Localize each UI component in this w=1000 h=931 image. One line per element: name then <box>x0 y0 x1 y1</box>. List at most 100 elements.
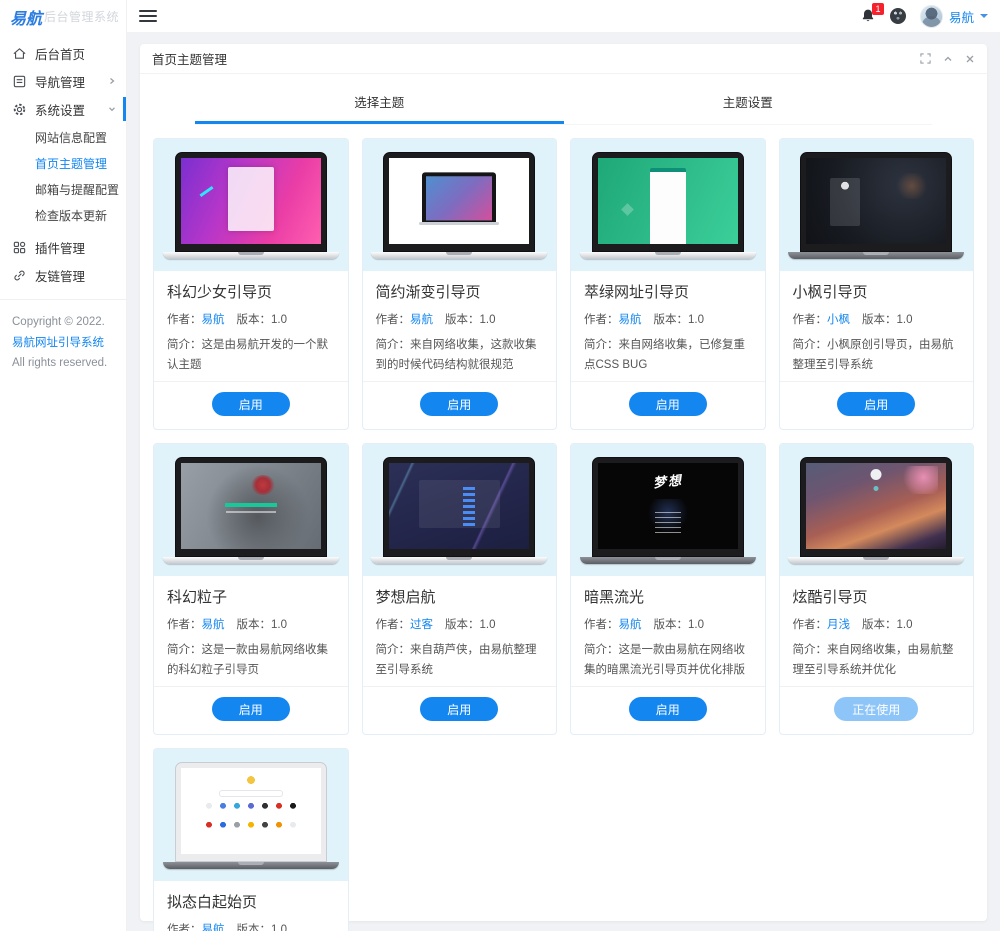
apply-button[interactable]: 启用 <box>837 392 916 416</box>
apply-button[interactable]: 启用 <box>628 697 707 721</box>
laptop-mockup: 梦想 <box>579 456 756 564</box>
theme-version: 1.0 <box>271 314 287 326</box>
notification-bell[interactable]: 1 <box>860 3 884 24</box>
theme-title: 拟态白起始页 <box>167 894 258 911</box>
app-window: 易航 后台管理系统 后台首页 导航管理 系统设置 网站信息配置 首页主题管理 邮… <box>0 0 1000 931</box>
sidebar-item-friend-links[interactable]: 友链管理 <box>0 261 126 289</box>
tab-theme-settings[interactable]: 主题设置 <box>564 80 933 124</box>
sidebar-item-dashboard[interactable]: 后台首页 <box>0 39 126 67</box>
author-label: 作者： <box>375 314 411 326</box>
panel-controls <box>920 53 975 64</box>
notification-badge: 1 <box>871 3 884 15</box>
theme-desc: 简介：来自网络收集，由易航整理至引导系统并优化 <box>793 640 961 682</box>
theme-meta: 作者：易航 版本：1.0 <box>584 311 752 327</box>
hamburger-icon[interactable] <box>139 7 157 25</box>
version-label: 版本： <box>236 314 272 326</box>
app-logo[interactable]: 易航 后台管理系统 <box>0 0 126 33</box>
theme-meta: 作者：小枫 版本：1.0 <box>793 311 961 327</box>
theme-thumbnail <box>154 139 348 271</box>
top-header: 1 易航 <box>127 0 1000 33</box>
theme-author[interactable]: 易航 <box>202 619 225 631</box>
submenu-item-mail-config[interactable]: 邮箱与提醒配置 <box>0 177 126 203</box>
main-area: 1 易航 首页主题管理 选择主题 主题设置 科幻少女引导页 作者：易航 版本：1… <box>127 0 1000 931</box>
thumb-calligraphy-text: 梦想 <box>652 472 684 492</box>
in-use-button[interactable]: 正在使用 <box>834 697 919 721</box>
sidebar-item-plugins[interactable]: 插件管理 <box>0 233 126 261</box>
theme-card: 拟态白起始页 作者：易航版本：1.0 简介：来自网络收集 启用 <box>153 748 349 931</box>
laptop-mockup <box>371 456 548 564</box>
theme-author[interactable]: 月浅 <box>827 619 850 631</box>
apply-button[interactable]: 启用 <box>628 392 707 416</box>
theme-version: 1.0 <box>271 619 287 631</box>
theme-card-footer: 启用 <box>571 686 765 734</box>
theme-title: 小枫引导页 <box>792 284 868 301</box>
submenu-item-check-update[interactable]: 检查版本更新 <box>0 203 126 229</box>
username: 易航 <box>948 10 974 25</box>
apply-button[interactable]: 启用 <box>211 392 290 416</box>
author-label: 作者： <box>167 924 202 931</box>
theme-card: 科幻粒子 作者：易航 版本：1.0 简介：这是一款由易航网络收集的科幻粒子引导页 … <box>153 443 349 735</box>
version-label: 版本： <box>445 314 480 326</box>
gear-icon <box>12 102 27 117</box>
theme-thumbnail <box>571 139 765 271</box>
author-label: 作者： <box>167 619 202 631</box>
close-icon[interactable] <box>965 54 975 64</box>
desc-label: 简介： <box>792 644 828 656</box>
theme-info: 萃绿网址引导页 作者：易航 版本：1.0 简介：来自网络收集，已修复重点CSS B… <box>571 271 765 381</box>
theme-thumbnail <box>362 139 556 271</box>
theme-info: 小枫引导页 作者：小枫 版本：1.0 简介：小枫原创引导页，由易航整理至引导系统 <box>780 271 974 381</box>
sidebar-item-system-settings[interactable]: 系统设置 <box>0 95 126 123</box>
submenu-item-site-info[interactable]: 网站信息配置 <box>0 125 126 151</box>
theme-info: 炫酷引导页 作者：月浅 版本：1.0 简介：来自网络收集，由易航整理至引导系统并优… <box>780 576 974 686</box>
theme-author[interactable]: 小枫 <box>827 314 850 326</box>
sidebar-menu: 后台首页 导航管理 系统设置 网站信息配置 首页主题管理 邮箱与提醒配置 检查版… <box>0 33 126 289</box>
theme-card: 简约渐变引导页 作者：易航 版本：1.0 简介：来自网络收集，这款收集到的时候代码… <box>361 138 557 430</box>
sidebar: 易航 后台管理系统 后台首页 导航管理 系统设置 网站信息配置 首页主题管理 邮… <box>0 0 127 931</box>
copyright-link[interactable]: 易航网址引导系统 <box>12 337 104 349</box>
theme-card-footer: 启用 <box>571 381 765 429</box>
version-label: 版本： <box>236 924 272 931</box>
chevron-down-icon <box>108 105 116 113</box>
theme-title: 科幻粒子 <box>167 589 228 606</box>
theme-info: 科幻粒子 作者：易航 版本：1.0 简介：这是一款由易航网络收集的科幻粒子引导页 <box>154 576 348 686</box>
author-label: 作者： <box>167 314 202 326</box>
logo-primary-text: 易航 <box>10 8 43 28</box>
author-label: 作者： <box>584 314 619 326</box>
desc-label: 简介： <box>792 339 828 351</box>
theme-desc: 简介：小枫原创引导页，由易航整理至引导系统 <box>793 335 961 377</box>
theme-author[interactable]: 易航 <box>202 314 225 326</box>
apply-button[interactable]: 启用 <box>420 697 499 721</box>
theme-meta: 作者：易航 版本：1.0 <box>167 311 335 327</box>
theme-info: 拟态白起始页 作者：易航版本：1.0 简介：来自网络收集 <box>154 881 348 931</box>
panel-title: 首页主题管理 <box>152 53 228 67</box>
theme-card-footer: 启用 <box>362 686 556 734</box>
desc-label: 简介： <box>375 339 411 351</box>
theme-version: 1.0 <box>688 619 704 631</box>
theme-title: 科幻少女引导页 <box>167 284 273 301</box>
sidebar-item-label: 插件管理 <box>35 241 86 256</box>
version-label: 版本： <box>653 314 689 326</box>
theme-card: 小枫引导页 作者：小枫 版本：1.0 简介：小枫原创引导页，由易航整理至引导系统 … <box>778 138 974 430</box>
theme-desc: 简介：这是一款由易航在网络收集的暗黑流光引导页并优化排版 <box>584 640 752 682</box>
submenu-item-theme-manage[interactable]: 首页主题管理 <box>0 151 126 177</box>
theme-author[interactable]: 易航 <box>619 619 642 631</box>
apply-button[interactable]: 启用 <box>420 392 499 416</box>
content-area: 首页主题管理 选择主题 主题设置 科幻少女引导页 作者：易航 版本：1.0 简介… <box>127 33 1000 931</box>
theme-author[interactable]: 过客 <box>410 619 433 631</box>
version-label: 版本： <box>236 619 272 631</box>
collapse-icon[interactable] <box>943 54 953 64</box>
apply-button[interactable]: 启用 <box>211 697 290 721</box>
version-label: 版本： <box>445 619 480 631</box>
user-menu[interactable]: 易航 <box>919 4 988 28</box>
tab-select-theme[interactable]: 选择主题 <box>195 80 564 124</box>
sidebar-item-navigation[interactable]: 导航管理 <box>0 67 126 95</box>
theme-author[interactable]: 易航 <box>202 924 225 931</box>
theme-author[interactable]: 易航 <box>619 314 642 326</box>
fullscreen-icon[interactable] <box>920 53 931 64</box>
theme-palette-icon[interactable] <box>889 8 906 24</box>
theme-meta: 作者：易航 版本：1.0 <box>167 616 335 632</box>
theme-thumbnail <box>154 749 348 881</box>
theme-version: 1.0 <box>271 924 287 931</box>
theme-card-footer: 启用 <box>154 381 348 429</box>
theme-author[interactable]: 易航 <box>410 314 433 326</box>
